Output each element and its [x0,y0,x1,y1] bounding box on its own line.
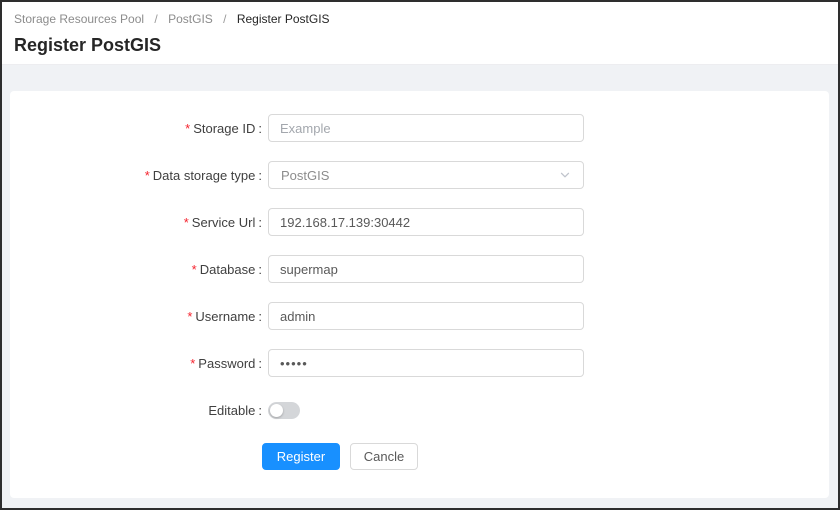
field-label-text: Password [198,356,255,371]
field-label-text: Service Url [192,215,256,230]
label-colon: : [258,309,262,324]
breadcrumb-item-postgis[interactable]: PostGIS [168,12,213,26]
page-header: Storage Resources Pool / PostGIS / Regis… [2,2,838,65]
username-input[interactable] [268,302,584,330]
form-row-username: *Username: [10,302,829,330]
breadcrumb: Storage Resources Pool / PostGIS / Regis… [14,11,826,27]
required-asterisk: * [185,121,190,136]
database-input[interactable] [268,255,584,283]
select-selected-value: PostGIS [281,168,329,183]
cancel-button[interactable]: Cancle [350,443,418,470]
field-label-text: Editable [208,403,255,418]
form-row-data-storage-type: *Data storage type: PostGIS [10,161,829,189]
required-asterisk: * [145,168,150,183]
form-row-password: *Password: [10,349,829,377]
field-label-data-storage-type: *Data storage type: [10,168,262,183]
field-label-username: *Username: [10,309,262,324]
page-title: Register PostGIS [14,34,826,56]
field-label-text: Username [195,309,255,324]
label-colon: : [258,356,262,371]
breadcrumb-separator: / [223,12,226,26]
app-window: Storage Resources Pool / PostGIS / Regis… [0,0,840,510]
field-label-password: *Password: [10,356,262,371]
required-asterisk: * [192,262,197,277]
register-form-card: *Storage ID: *Data storage type: PostGIS [10,91,829,498]
label-colon: : [258,121,262,136]
field-label-text: Database [200,262,256,277]
field-label-text: Storage ID [193,121,255,136]
toggle-knob [270,404,283,417]
breadcrumb-separator: / [154,12,157,26]
form-row-service-url: *Service Url: [10,208,829,236]
password-input[interactable] [268,349,584,377]
field-label-text: Data storage type [153,168,256,183]
breadcrumb-item-storage-resources-pool[interactable]: Storage Resources Pool [14,12,144,26]
label-colon: : [258,262,262,277]
field-label-service-url: *Service Url: [10,215,262,230]
page-body: *Storage ID: *Data storage type: PostGIS [2,65,838,508]
data-storage-type-select[interactable]: PostGIS [268,161,584,189]
required-asterisk: * [187,309,192,324]
field-label-storage-id: *Storage ID: [10,121,262,136]
form-actions: Register Cancle [10,443,829,470]
required-asterisk: * [184,215,189,230]
register-button[interactable]: Register [262,443,340,470]
form-row-editable: Editable: [10,396,829,424]
label-colon: : [258,403,262,418]
label-colon: : [258,168,262,183]
field-label-editable: Editable: [10,403,262,418]
editable-toggle[interactable] [268,402,300,419]
storage-id-input[interactable] [268,114,584,142]
service-url-input[interactable] [268,208,584,236]
field-label-database: *Database: [10,262,262,277]
form-row-database: *Database: [10,255,829,283]
chevron-down-icon [559,169,571,181]
form-row-storage-id: *Storage ID: [10,114,829,142]
required-asterisk: * [190,356,195,371]
breadcrumb-item-register-postgis: Register PostGIS [237,12,330,26]
label-colon: : [258,215,262,230]
